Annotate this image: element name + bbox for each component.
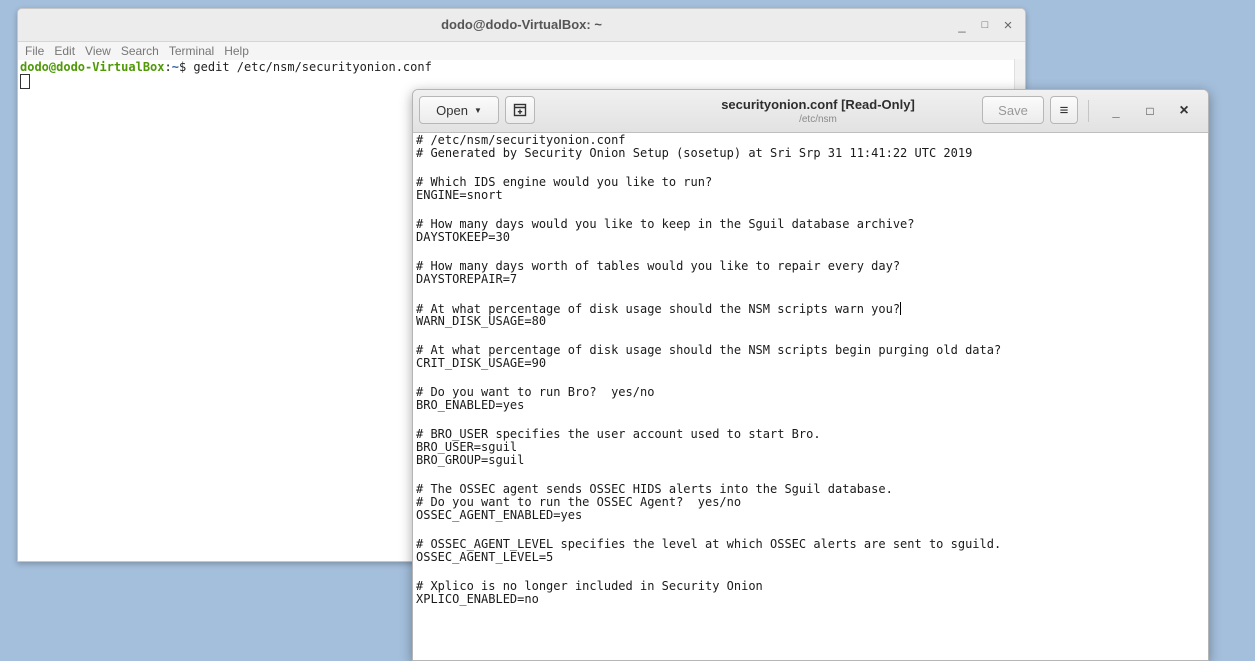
- chevron-down-icon: ▼: [473, 105, 482, 115]
- terminal-cursor: [20, 74, 30, 89]
- gedit-headerbar[interactable]: Open ▼ securityonion.conf [Read-Only] /e…: [413, 90, 1208, 133]
- editor-blank-line: [416, 202, 1208, 218]
- editor-line: BRO_GROUP=sguil: [416, 453, 525, 467]
- terminal-minimize-button[interactable]: _: [954, 17, 970, 33]
- menu-help[interactable]: Help: [224, 44, 249, 58]
- new-tab-icon: [513, 103, 527, 117]
- menu-edit[interactable]: Edit: [54, 44, 75, 58]
- editor-line: DAYSTOREPAIR=7: [416, 272, 518, 286]
- editor-blank-line: [416, 160, 1208, 176]
- editor-line: # BRO_USER specifies the user account us…: [416, 427, 821, 441]
- editor-blank-line: [416, 467, 1208, 483]
- editor-line: BRO_ENABLED=yes: [416, 398, 525, 412]
- prompt-symbol: $: [178, 60, 194, 74]
- command-text: gedit /etc/nsm/securityonion.conf: [193, 60, 432, 74]
- editor-line: # How many days worth of tables would yo…: [416, 259, 901, 273]
- editor-line: # Which IDS engine would you like to run…: [416, 175, 713, 189]
- editor-line: CRIT_DISK_USAGE=90: [416, 356, 547, 370]
- terminal-titlebar[interactable]: dodo@dodo-VirtualBox: ~ _ □ ×: [18, 9, 1025, 42]
- terminal-output[interactable]: dodo@dodo-VirtualBox:~$ gedit /etc/nsm/s…: [18, 60, 1025, 90]
- menu-terminal[interactable]: Terminal: [169, 44, 214, 58]
- editor-blank-line: [416, 244, 1208, 260]
- editor-line: ENGINE=snort: [416, 188, 503, 202]
- terminal-menubar: File Edit View Search Terminal Help: [18, 42, 1025, 60]
- editor-blank-line: [416, 286, 1208, 302]
- header-separator: [1088, 100, 1089, 122]
- gedit-close-button[interactable]: ×: [1175, 102, 1193, 120]
- terminal-close-button[interactable]: ×: [1000, 17, 1016, 34]
- editor-blank-line: [416, 522, 1208, 538]
- menu-view[interactable]: View: [85, 44, 111, 58]
- menu-file[interactable]: File: [25, 44, 44, 58]
- hamburger-menu-button[interactable]: ≡: [1050, 96, 1078, 124]
- command-line: dodo@dodo-VirtualBox:~$ gedit /etc/nsm/s…: [20, 60, 1023, 74]
- terminal-maximize-button[interactable]: □: [977, 17, 993, 33]
- editor-line: OSSEC_AGENT_ENABLED=yes: [416, 508, 583, 522]
- editor-line: OSSEC_AGENT_LEVEL=5: [416, 550, 554, 564]
- gedit-minimize-button[interactable]: _: [1107, 102, 1125, 120]
- editor-line: # Do you want to run Bro? yes/no: [416, 385, 655, 399]
- new-document-button[interactable]: [505, 96, 535, 124]
- editor-line: DAYSTOKEEP=30: [416, 230, 510, 244]
- editor-line: XPLICO_ENABLED=no: [416, 592, 539, 606]
- text-cursor: [900, 302, 902, 315]
- terminal-title: dodo@dodo-VirtualBox: ~: [441, 17, 602, 32]
- hamburger-icon: ≡: [1059, 101, 1069, 119]
- editor-line: # Generated by Security Onion Setup (sos…: [416, 146, 973, 160]
- document-path: /etc/nsm: [799, 114, 837, 125]
- gedit-window[interactable]: Open ▼ securityonion.conf [Read-Only] /e…: [412, 89, 1209, 661]
- editor-blank-line: [416, 412, 1208, 428]
- prompt-path: ~: [171, 60, 179, 74]
- prompt-user: dodo@dodo-VirtualBox: [20, 60, 165, 74]
- editor-line: # How many days would you like to keep i…: [416, 217, 915, 231]
- gedit-maximize-button[interactable]: □: [1141, 102, 1159, 120]
- editor-line: BRO_USER=sguil: [416, 440, 518, 454]
- open-button[interactable]: Open ▼: [419, 96, 499, 124]
- text-editor[interactable]: # /etc/nsm/securityonion.conf # Generated…: [413, 133, 1208, 606]
- open-label: Open: [436, 102, 468, 118]
- editor-blank-line: [416, 564, 1208, 580]
- save-button[interactable]: Save: [982, 96, 1044, 124]
- prompt-separator: :: [164, 60, 172, 74]
- editor-line: WARN_DISK_USAGE=80: [416, 314, 547, 328]
- document-title-area: securityonion.conf [Read-Only] /etc/nsm: [673, 97, 963, 126]
- editor-blank-line: [416, 328, 1208, 344]
- editor-blank-line: [416, 370, 1208, 386]
- document-title: securityonion.conf [Read-Only]: [721, 97, 915, 112]
- menu-search[interactable]: Search: [121, 44, 159, 58]
